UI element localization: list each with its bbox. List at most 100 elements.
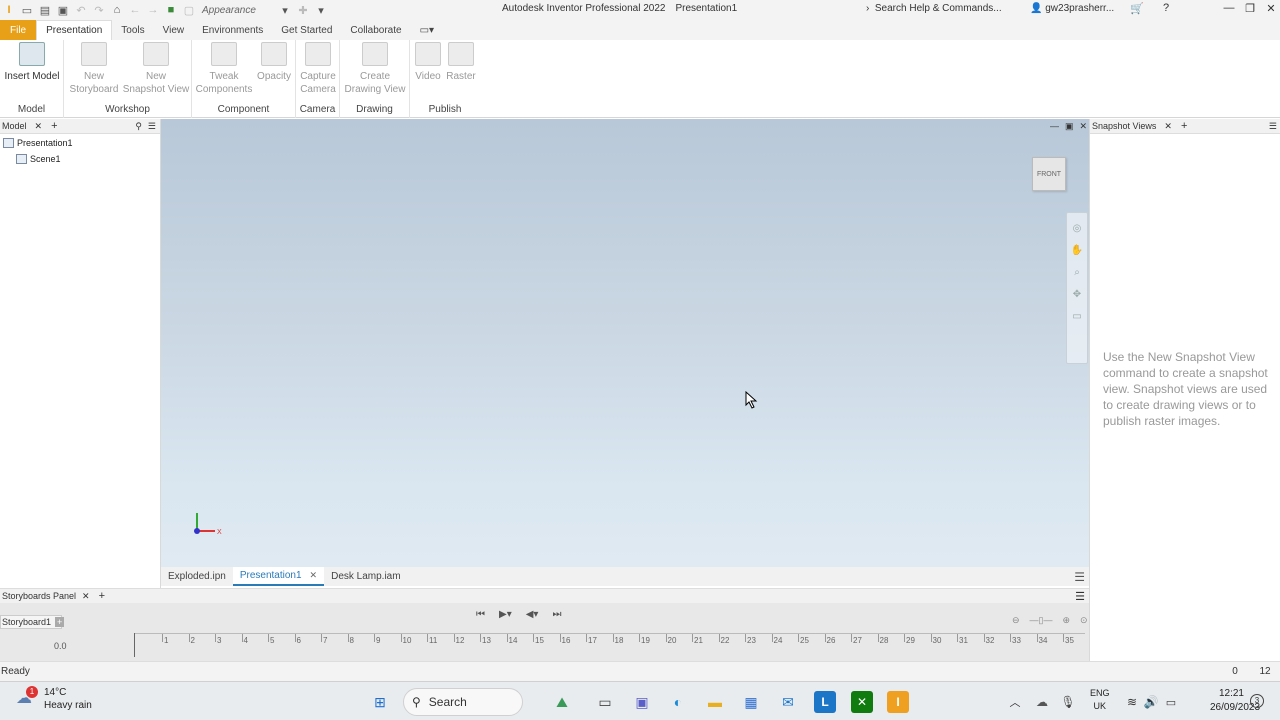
minimize-viewport-icon[interactable]: — [1050,121,1059,132]
close-icon[interactable]: ✕ [35,121,43,132]
doc-tab-desk-lamp[interactable]: Desk Lamp.iam [324,567,407,586]
create-drawing-view-button[interactable]: Create Drawing View [342,42,408,96]
chevron-down-icon[interactable]: ▾ [276,1,294,19]
zoom-fit-icon[interactable]: ⊙ [1080,615,1088,626]
save-icon[interactable]: ▣ [54,1,72,19]
tweak-components-button[interactable]: Tweak Components [194,42,254,96]
menu-icon[interactable]: ☰ [148,121,156,132]
search-icon[interactable]: ⚲ [135,121,142,132]
timeline-ruler[interactable]: 1 2 3 4 5 6 7 8 9 10 11 12 13 14 15 16 17 18 19 20 21 22 23 24 2… [135,633,1085,649]
graphics-viewport[interactable]: — ▣ ✕ FRONT ◎ ✋ ⌕ ✥ ▭ X [161,119,1089,567]
undo-icon[interactable]: ↶ [72,1,90,19]
edge-icon[interactable]: ◐ [667,691,689,713]
battery-icon[interactable]: ▭ [1160,691,1182,713]
language-indicator[interactable]: ENG UK [1090,687,1110,713]
notification-badge[interactable]: 3 [1250,694,1264,708]
opacity-button[interactable]: Opacity [254,42,294,83]
raster-button[interactable]: Raster [444,42,478,83]
new-snapshot-view-button[interactable]: New Snapshot View [122,42,190,96]
playhead[interactable] [134,633,135,657]
back-icon[interactable]: ← [126,1,144,19]
cart-icon[interactable]: 🛒 [1128,2,1146,18]
viewcube[interactable]: FRONT [1032,157,1066,191]
microphone-icon[interactable]: 🎙 [1057,691,1079,713]
menu-icon[interactable]: ☰ [1075,590,1085,603]
app-l-icon[interactable]: L [814,691,836,713]
inventor-taskbar-icon[interactable]: I [887,691,909,713]
volume-icon[interactable]: 🔊 [1140,691,1162,713]
tree-item-scene[interactable]: Scene1 [16,154,61,164]
tree-item-presentation[interactable]: Presentation1 [3,138,73,148]
model-tab[interactable]: Model [0,121,27,131]
task-view-icon[interactable]: ▭ [594,691,616,713]
zoom-out-icon[interactable]: ⊖ [1012,615,1020,626]
appearance-dropdown[interactable]: Appearance [198,5,276,16]
menu-icon[interactable]: ☰ [1074,570,1085,584]
forward-icon[interactable]: → [144,1,162,19]
plus-icon[interactable]: ✚ [294,1,312,19]
update-icon[interactable]: ■ [162,1,180,19]
tab-collaborate[interactable]: Collaborate [341,20,410,40]
skip-start-icon[interactable]: ⏮ [476,609,485,620]
add-tab-icon[interactable]: + [1181,120,1187,132]
clock[interactable]: 12:21 26/09/2023 [1210,687,1260,715]
restore-button[interactable]: ❐ [1241,2,1259,18]
customize-icon[interactable]: ▾ [312,1,330,19]
capture-camera-button[interactable]: Capture Camera [297,42,339,96]
help-search[interactable]: › Search Help & Commands... [866,3,1002,14]
help-icon[interactable]: ? [1157,2,1175,18]
close-icon[interactable]: ✕ [1164,121,1172,132]
storyboards-panel-tab[interactable]: Storyboards Panel [0,591,76,601]
open-file-icon[interactable]: ▤ [36,1,54,19]
ribbon-options-icon[interactable]: ▭▾ [411,20,443,40]
windows-start-icon[interactable]: ⊞ [369,691,391,713]
close-button[interactable]: ✕ [1262,2,1280,18]
doc-tab-exploded[interactable]: Exploded.ipn [161,567,233,586]
taskbar-search[interactable]: ⚲ Search [403,688,523,716]
orbit-icon[interactable]: ✥ [1070,289,1084,301]
onedrive-icon[interactable]: ☁ [1031,691,1053,713]
skip-end-icon[interactable]: ⏭ [552,609,561,620]
user-account[interactable]: 👤 gw23prasherr... [1030,3,1114,14]
minimize-button[interactable]: — [1220,2,1238,18]
insert-model-button[interactable]: Insert Model [3,42,61,83]
zoom-in-icon[interactable]: ⊕ [1063,615,1071,626]
pan-icon[interactable]: ✋ [1070,245,1084,257]
redo-icon[interactable]: ↷ [90,1,108,19]
close-icon[interactable]: ✕ [82,591,90,602]
video-button[interactable]: Video [412,42,444,83]
zoom-slider[interactable]: —▯— [1030,615,1053,626]
teams-icon[interactable]: ▣ [631,691,653,713]
tab-environments[interactable]: Environments [193,20,272,40]
chevron-up-icon[interactable]: ︿ [1004,691,1026,713]
new-storyboard-button[interactable]: New Storyboard [66,42,122,96]
look-at-icon[interactable]: ▭ [1070,311,1084,323]
play-icon[interactable]: ▶▾ [499,609,512,620]
snapshot-views-tab[interactable]: Snapshot Views [1090,121,1156,131]
tab-file[interactable]: File [0,20,37,40]
doc-tab-presentation[interactable]: Presentation1 ✕ [232,567,325,586]
xbox-icon[interactable]: ✕ [851,691,873,713]
weather-widget[interactable]: ☁ 1 14°C Heavy rain [16,686,92,712]
menu-icon[interactable]: ☰ [1269,121,1277,132]
add-tab-icon[interactable]: + [51,120,57,132]
reverse-play-icon[interactable]: ◀▾ [526,609,539,620]
home-icon[interactable]: ⌂ [108,1,126,19]
tab-tools[interactable]: Tools [112,20,153,40]
add-tab-icon[interactable]: + [99,590,105,602]
storyboard-tab[interactable]: Storyboard1 + [0,615,65,629]
zoom-icon[interactable]: ⌕ [1070,267,1084,279]
tab-get-started[interactable]: Get Started [272,20,341,40]
add-storyboard-icon[interactable]: + [55,617,65,627]
mail-icon[interactable]: ✉ [777,691,799,713]
new-file-icon[interactable]: ▭ [18,1,36,19]
select-icon[interactable]: ▢ [180,1,198,19]
tab-presentation[interactable]: Presentation [36,20,113,40]
maximize-viewport-icon[interactable]: ▣ [1065,121,1074,132]
close-icon[interactable]: ✕ [310,570,318,581]
store-icon[interactable]: ▦ [740,691,762,713]
close-viewport-icon[interactable]: ✕ [1079,121,1087,132]
tab-view[interactable]: View [154,20,194,40]
widget-landscape-icon[interactable]: ⛰ [551,691,573,713]
steering-wheel-icon[interactable]: ◎ [1070,223,1084,235]
